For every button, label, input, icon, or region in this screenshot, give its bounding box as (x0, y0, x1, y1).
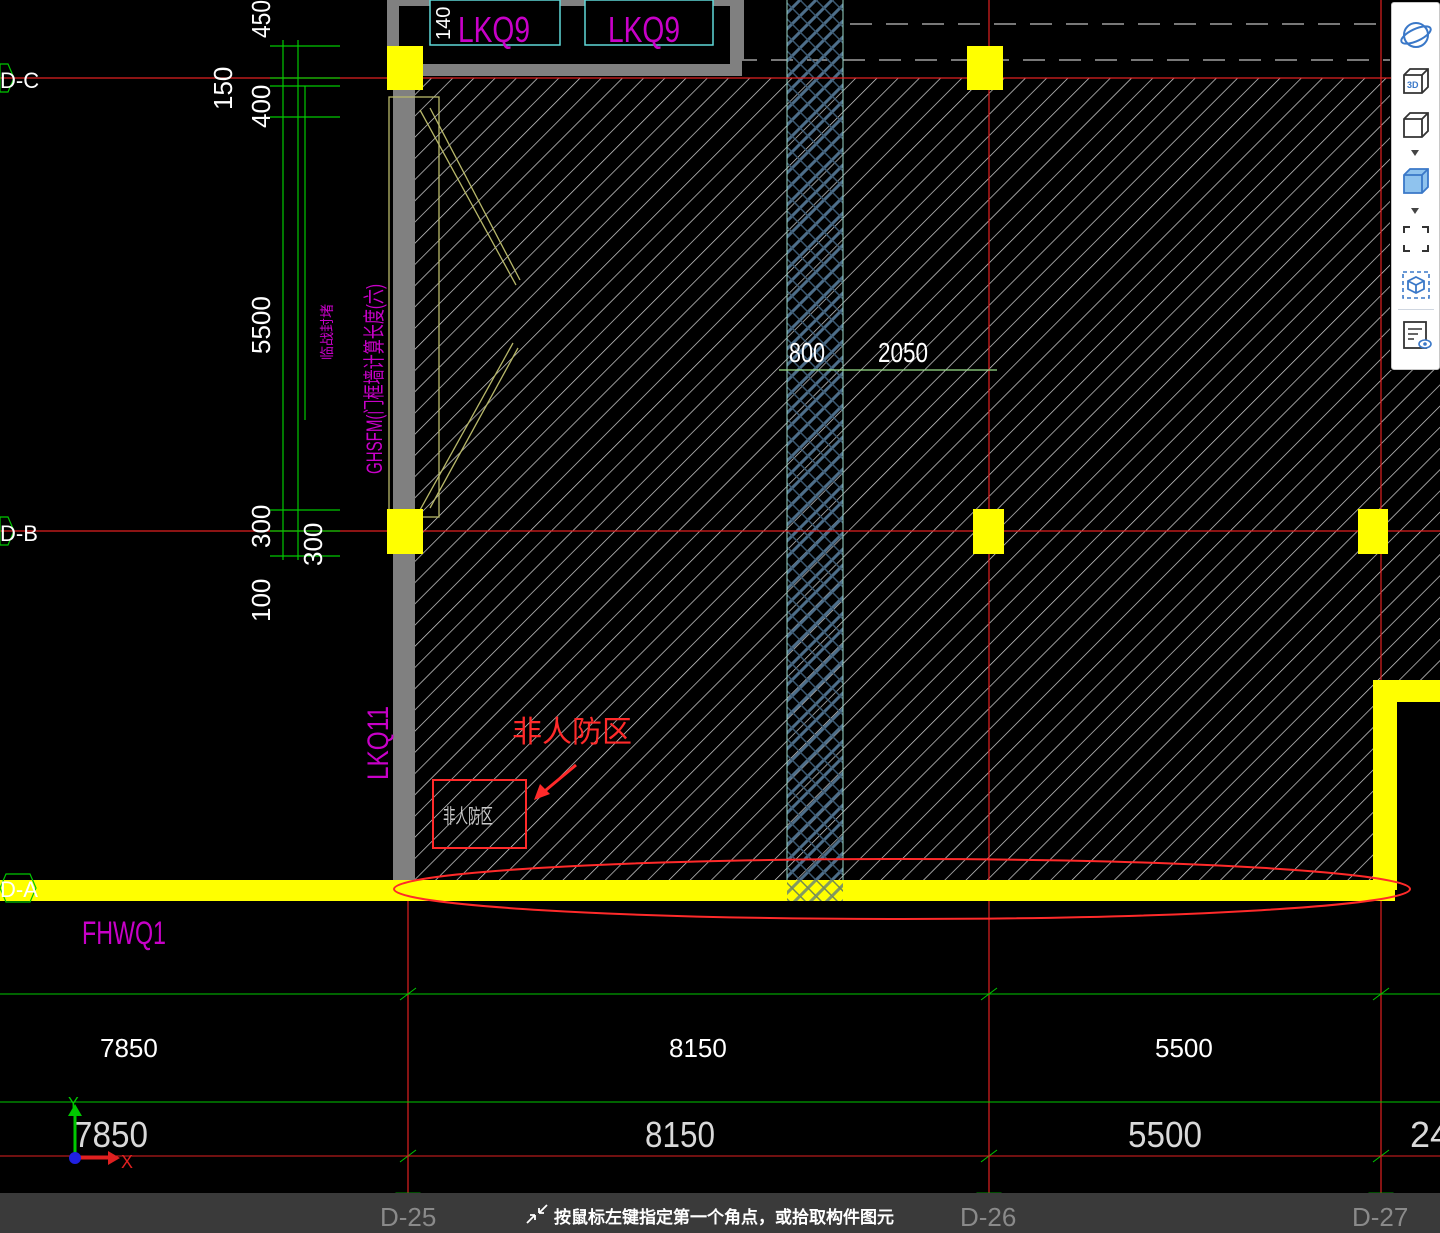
horizontal-dimension-lines (0, 987, 1440, 1163)
svg-text:X: X (121, 1152, 133, 1172)
dim-300-b: 300 (298, 523, 328, 566)
dim-5500: 5500 (246, 296, 276, 354)
bottom-dim-7850: 7850 (100, 1033, 158, 1063)
label-fhwq1: FHWQ1 (82, 915, 166, 951)
dim-300-a: 300 (246, 505, 276, 548)
weave-wall-band (787, 0, 843, 900)
dim-450: 450 (246, 0, 276, 38)
dim-2050: 2050 (878, 337, 928, 368)
vertical-dimension-lines (270, 40, 340, 560)
orbit-icon[interactable] (1398, 17, 1434, 53)
component-view-icon[interactable] (1398, 267, 1434, 303)
wall-lkq11 (393, 90, 415, 890)
chevron-down-icon[interactable] (1409, 149, 1421, 157)
bottom-dim2-7850: 7850 (74, 1114, 148, 1155)
box-view-icon[interactable] (1398, 107, 1434, 143)
full-screen-icon[interactable] (1398, 221, 1434, 257)
axis-bubbles (0, 63, 37, 903)
bottom-dim-5500: 5500 (1155, 1033, 1213, 1063)
hatch-lower-right (1390, 370, 1440, 682)
label-lkq9-b: LKQ9 (608, 9, 680, 50)
command-prompt: 按鼠标左键指定第一个角点，或拾取构件图元 (554, 1208, 894, 1228)
label-lkq9-a: LKQ9 (458, 9, 530, 50)
bottom-dim-8150: 8150 (669, 1033, 727, 1063)
axis-label-d-c: D-C (0, 68, 39, 93)
view-toolbar: 3D (1391, 2, 1440, 370)
label-ghsfm: GHSFM(门框墙计算长度(六) (362, 284, 387, 474)
label-lkq11: LKQ11 (362, 706, 395, 780)
wall-fhwq1 (0, 880, 1395, 901)
non-civil-small-label: 非人防区 (443, 804, 493, 828)
svg-text:Y: Y (68, 1095, 79, 1112)
axis-label-d-a: D-A (0, 877, 38, 902)
chevron-down-icon[interactable] (1409, 207, 1421, 215)
bottom-dim2-5500: 5500 (1128, 1114, 1202, 1155)
axis-label-d-b: D-B (0, 521, 38, 546)
svg-text:3D: 3D (1407, 80, 1419, 90)
cad-drawing-canvas[interactable]: D-C D-B D-A 450 150 400 5500 300 300 100… (0, 0, 1440, 1233)
bottom-dim2-24: 24 (1410, 1114, 1440, 1155)
crosshair-icon (526, 1204, 548, 1224)
shaded-box-icon[interactable] (1398, 163, 1434, 199)
dim-400: 400 (246, 85, 276, 128)
non-civil-defense-hatch-area (413, 78, 1390, 888)
bottom-dim2-8150: 8150 (645, 1114, 715, 1155)
properties-view-icon[interactable] (1398, 317, 1434, 353)
annotation-text: 非人防区 (512, 715, 632, 750)
3d-view-icon[interactable]: 3D (1398, 63, 1434, 99)
dim-800: 800 (789, 337, 825, 368)
dim-150: 150 (208, 67, 238, 110)
dim-top-140: 140 (433, 7, 455, 40)
wall-right-yellow (1373, 680, 1440, 890)
label-small-vertical: 临战封堵 (319, 304, 335, 360)
dim-100: 100 (246, 579, 276, 622)
